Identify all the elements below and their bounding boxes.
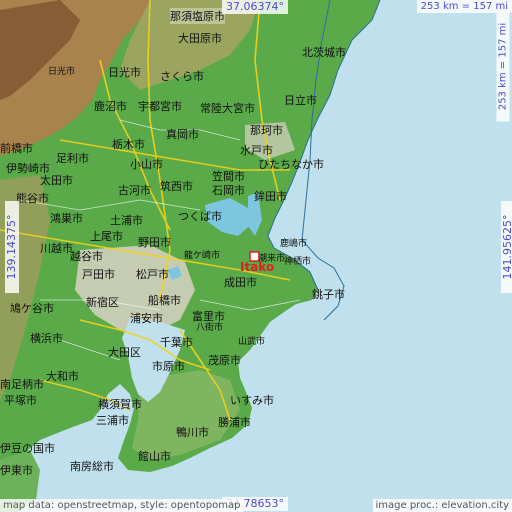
label-koshigaya: 越谷市 (70, 250, 103, 263)
label-ryugasaki: 龍ケ崎市 (184, 251, 221, 261)
label-minamiashigara: 南足柄市 (0, 378, 44, 391)
label-tateyama: 館山市 (138, 450, 171, 463)
label-yamato: 大和市 (46, 370, 79, 383)
label-nasushiobara: 那須塩原市 (170, 8, 225, 24)
label-funabashi: 船橋市 (148, 294, 181, 307)
label-urayasu: 浦安市 (130, 312, 163, 325)
topographic-map: 那須塩原市 大田原市 日光市 さくら市 日立市 北茨城市 鹿沼市 宇都宮市 常陸… (0, 0, 512, 512)
label-hiratsuka: 平塚市 (4, 394, 37, 407)
label-nikko-2: 日光市 (48, 67, 76, 77)
label-oyama: 小山市 (130, 158, 163, 171)
label-kumagaya: 熊谷市 (16, 192, 49, 205)
label-chiba: 千葉市 (160, 336, 193, 349)
label-tsuchiura: 土浦市 (110, 214, 143, 227)
image-proc-credit[interactable]: image proc.: elevation.city (372, 499, 512, 512)
label-kitaibaraki: 北茨城市 (302, 46, 346, 59)
label-naka: 那珂市 (250, 124, 283, 137)
scale-right: 253 km = 157 mi (496, 11, 510, 122)
label-maebashi: 前橋市 (0, 142, 33, 155)
label-shinjuku: 新宿区 (86, 296, 119, 309)
label-ishioka: 石岡市 (212, 184, 245, 197)
label-narita: 成田市 (224, 276, 257, 289)
label-otawara: 大田原市 (178, 32, 222, 45)
label-kamogawa: 鴨川市 (176, 426, 209, 439)
label-minamiboso: 南房総市 (70, 460, 114, 473)
label-chikusei: 筑西市 (160, 180, 193, 193)
label-ito: 伊東市 (0, 464, 33, 477)
label-moka: 真岡市 (166, 128, 199, 141)
label-kamisu: 神栖市 (284, 257, 312, 267)
label-isumi: いすみ市 (230, 394, 274, 407)
label-utsunomiya: 宇都宮市 (138, 100, 182, 113)
label-koga: 古河市 (118, 184, 151, 197)
label-hokota: 鉾田市 (254, 190, 287, 203)
label-kashima: 鹿嶋市 (280, 239, 308, 249)
label-miura: 三浦市 (96, 414, 129, 427)
east-coordinate: 141.95625° (501, 201, 512, 293)
label-yokosuka: 横須賀市 (98, 398, 142, 411)
label-tsukuba: つくば市 (178, 210, 222, 223)
label-matsudo: 松戸市 (136, 268, 169, 281)
label-hitachiomiya: 常陸大宮市 (200, 102, 255, 115)
label-kawagoe: 川越市 (40, 242, 73, 255)
label-kanuma: 鹿沼市 (94, 100, 127, 113)
label-tochigi: 栃木市 (112, 138, 145, 151)
west-coordinate: 139.14375° (5, 201, 19, 293)
label-hitachi: 日立市 (284, 94, 317, 107)
label-ashikaga: 足利市 (56, 152, 89, 165)
north-coordinate: 37.06374° (222, 0, 288, 14)
label-yokohama: 横浜市 (30, 332, 63, 345)
label-izunokuni: 伊豆の国市 (0, 442, 55, 455)
label-yachimata: 八街市 (196, 323, 224, 333)
label-ageo: 上尾市 (90, 230, 123, 243)
label-choshi: 銚子市 (312, 288, 345, 301)
label-hatogaya: 鳩ケ谷市 (10, 302, 54, 315)
label-nikko: 日光市 (108, 66, 141, 79)
label-konosu: 鴻巣市 (50, 212, 83, 225)
place-labels: 那須塩原市 大田原市 日光市 さくら市 日立市 北茨城市 鹿沼市 宇都宮市 常陸… (0, 0, 512, 512)
featured-city-label: Itako (240, 260, 275, 274)
label-ota: 大田区 (108, 346, 141, 359)
label-sanmu: 山武市 (238, 337, 266, 347)
label-noda: 野田市 (138, 236, 171, 249)
label-sakura: さくら市 (160, 70, 204, 83)
label-ota-gunma: 太田市 (40, 174, 73, 187)
label-katsuura: 勝浦市 (218, 416, 251, 429)
map-data-credit[interactable]: map data: openstreetmap, style: opentopo… (0, 499, 244, 512)
label-hitachinaka: ひたちなか市 (258, 158, 324, 171)
label-mobara: 茂原市 (208, 354, 241, 367)
label-ichihara: 市原市 (152, 360, 185, 373)
label-toda: 戸田市 (82, 268, 115, 281)
